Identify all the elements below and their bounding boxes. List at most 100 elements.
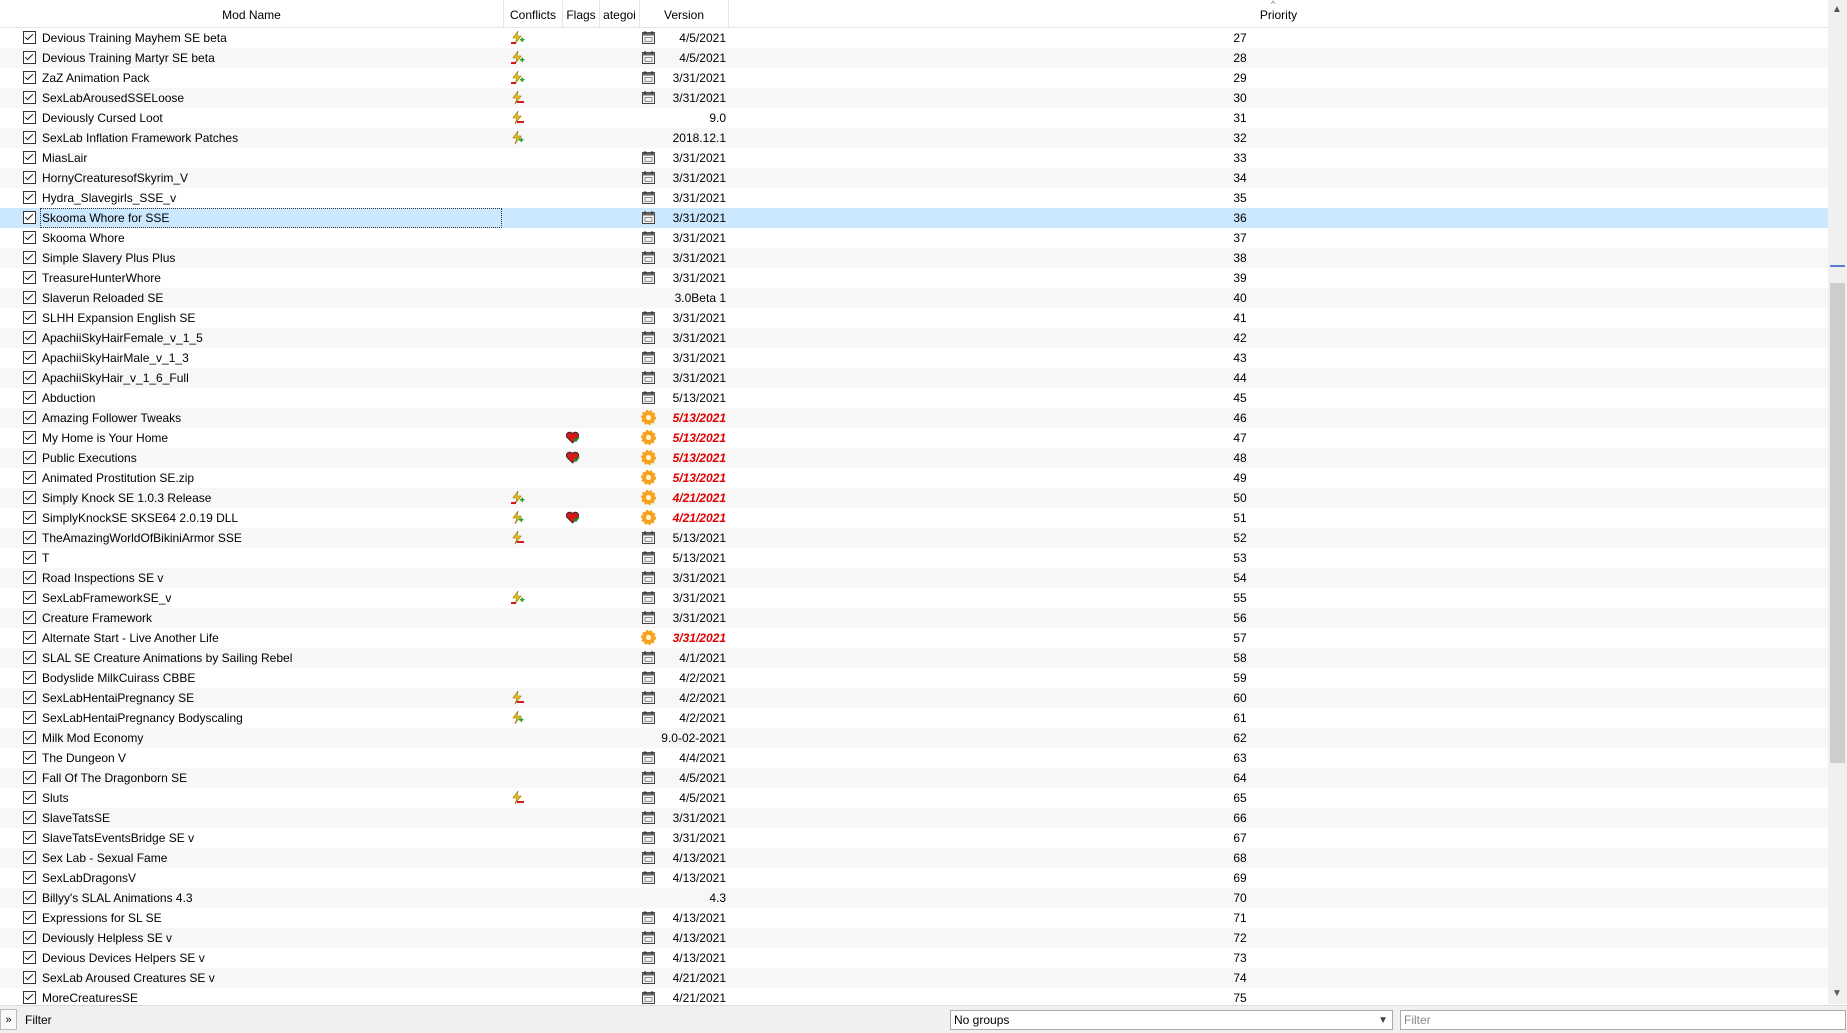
scroll-up-icon[interactable]: ▲ [1832, 4, 1842, 15]
mod-name-cell[interactable]: Fall Of The Dragonborn SE [40, 768, 502, 788]
mod-name-cell[interactable]: Simple Slavery Plus Plus [40, 248, 502, 268]
mod-row[interactable]: SexLab Inflation Framework Patches 2018.1… [0, 128, 1828, 148]
mod-enabled-checkbox[interactable] [23, 151, 36, 164]
mod-row[interactable]: Sluts 4/5/2021 65 [0, 788, 1828, 808]
mod-name-cell[interactable]: My Home is Your Home [40, 428, 502, 448]
mod-name-cell[interactable]: ApachiiSkyHairFemale_v_1_5 [40, 328, 502, 348]
mod-row[interactable]: Simply Knock SE 1.0.3 Release 4/21/2021 50 [0, 488, 1828, 508]
mod-row[interactable]: SLHH Expansion English SE 3/31/2021 41 [0, 308, 1828, 328]
mod-name-cell[interactable]: SlaveTatsSE [40, 808, 502, 828]
mod-row[interactable]: Expressions for SL SE 4/13/2021 71 [0, 908, 1828, 928]
mod-name-cell[interactable]: HornyCreaturesofSkyrim_V [40, 168, 502, 188]
mod-row[interactable]: Alternate Start - Live Another Life 3/31/… [0, 628, 1828, 648]
mod-enabled-checkbox[interactable] [23, 611, 36, 624]
mod-name-cell[interactable]: T [40, 548, 502, 568]
mod-row[interactable]: SexLabFrameworkSE_v 3/31/2021 55 [0, 588, 1828, 608]
mod-enabled-checkbox[interactable] [23, 551, 36, 564]
mod-enabled-checkbox[interactable] [23, 191, 36, 204]
mod-enabled-checkbox[interactable] [23, 691, 36, 704]
mod-name-cell[interactable]: ApachiiSkyHair_v_1_6_Full [40, 368, 502, 388]
mod-name-cell[interactable]: SlaveTatsEventsBridge SE v [40, 828, 502, 848]
mod-row[interactable]: Bodyslide MilkCuirass CBBE 4/2/2021 59 [0, 668, 1828, 688]
mod-name-cell[interactable]: SexLabDragonsV [40, 868, 502, 888]
mod-enabled-checkbox[interactable] [23, 991, 36, 1004]
mod-name-cell[interactable]: Hydra_Slavegirls_SSE_v [40, 188, 502, 208]
mod-name-cell[interactable]: Amazing Follower Tweaks [40, 408, 502, 428]
mod-enabled-checkbox[interactable] [23, 571, 36, 584]
mod-enabled-checkbox[interactable] [23, 431, 36, 444]
mod-name-cell[interactable]: SLAL SE Creature Animations by Sailing R… [40, 648, 502, 668]
mod-enabled-checkbox[interactable] [23, 371, 36, 384]
mod-name-cell[interactable]: Deviously Helpless SE v [40, 928, 502, 948]
mod-name-cell[interactable]: Public Executions [40, 448, 502, 468]
column-priority[interactable]: Priority [729, 0, 1828, 27]
mod-row[interactable]: My Home is Your Home 5/13/2021 47 [0, 428, 1828, 448]
mod-name-cell[interactable]: SexLab Aroused Creatures SE v [40, 968, 502, 988]
scroll-down-icon[interactable]: ▼ [1832, 988, 1842, 999]
mod-row[interactable]: Devious Devices Helpers SE v 4/13/2021 73 [0, 948, 1828, 968]
groups-dropdown[interactable]: No groups ▼ [950, 1010, 1393, 1030]
mod-row[interactable]: Amazing Follower Tweaks 5/13/2021 46 [0, 408, 1828, 428]
mod-row[interactable]: Skooma Whore 3/31/2021 37 [0, 228, 1828, 248]
mod-name-cell[interactable]: Skooma Whore for SSE [40, 208, 502, 228]
mod-enabled-checkbox[interactable] [23, 971, 36, 984]
column-category[interactable]: ategoi [600, 0, 640, 27]
mod-row[interactable]: SexLabDragonsV 4/13/2021 69 [0, 868, 1828, 888]
mod-enabled-checkbox[interactable] [23, 811, 36, 824]
mod-name-cell[interactable]: MoreCreaturesSE [40, 988, 502, 1004]
mod-row[interactable]: Deviously Helpless SE v 4/13/2021 72 [0, 928, 1828, 948]
mod-row[interactable]: SLAL SE Creature Animations by Sailing R… [0, 648, 1828, 668]
mod-name-cell[interactable]: TreasureHunterWhore [40, 268, 502, 288]
mod-enabled-checkbox[interactable] [23, 471, 36, 484]
mod-enabled-checkbox[interactable] [23, 131, 36, 144]
mod-enabled-checkbox[interactable] [23, 731, 36, 744]
mod-name-cell[interactable]: SexLabHentaiPregnancy SE [40, 688, 502, 708]
mod-list[interactable]: Devious Training Mayhem SE beta 4/5/2021 2… [0, 28, 1828, 1004]
mod-enabled-checkbox[interactable] [23, 511, 36, 524]
mod-enabled-checkbox[interactable] [23, 331, 36, 344]
mod-name-cell[interactable]: Sex Lab - Sexual Fame [40, 848, 502, 868]
mod-name-cell[interactable]: Devious Devices Helpers SE v [40, 948, 502, 968]
mod-enabled-checkbox[interactable] [23, 531, 36, 544]
mod-row[interactable]: Public Executions 5/13/2021 48 [0, 448, 1828, 468]
filter-input[interactable] [1400, 1010, 1846, 1030]
scroll-thumb[interactable] [1830, 283, 1845, 763]
mod-name-cell[interactable]: TheAmazingWorldOfBikiniArmor SSE [40, 528, 502, 548]
mod-row[interactable]: SexLab Aroused Creatures SE v 4/21/2021 74 [0, 968, 1828, 988]
mod-row[interactable]: HornyCreaturesofSkyrim_V 3/31/2021 34 [0, 168, 1828, 188]
mod-row[interactable]: ZaZ Animation Pack 3/31/2021 29 [0, 68, 1828, 88]
vertical-scrollbar[interactable]: ▲ ▼ [1828, 0, 1847, 1004]
column-mod-name[interactable]: Mod Name [0, 0, 504, 27]
expand-button[interactable]: » [0, 1009, 17, 1030]
mod-row[interactable]: T 5/13/2021 53 [0, 548, 1828, 568]
mod-row[interactable]: Creature Framework 3/31/2021 56 [0, 608, 1828, 628]
mod-name-cell[interactable]: Expressions for SL SE [40, 908, 502, 928]
mod-row[interactable]: ApachiiSkyHairMale_v_1_3 3/31/2021 43 [0, 348, 1828, 368]
mod-enabled-checkbox[interactable] [23, 231, 36, 244]
mod-row[interactable]: Deviously Cursed Loot 9.0 31 [0, 108, 1828, 128]
mod-row[interactable]: SimplyKnockSE SKSE64 2.0.19 DLL 4/21/2021… [0, 508, 1828, 528]
mod-row[interactable]: SexLabHentaiPregnancy Bodyscaling 4/2/202… [0, 708, 1828, 728]
mod-enabled-checkbox[interactable] [23, 351, 36, 364]
mod-row[interactable]: TreasureHunterWhore 3/31/2021 39 [0, 268, 1828, 288]
mod-enabled-checkbox[interactable] [23, 631, 36, 644]
mod-enabled-checkbox[interactable] [23, 791, 36, 804]
mod-name-cell[interactable]: SexLabFrameworkSE_v [40, 588, 502, 608]
mod-row[interactable]: SlaveTatsEventsBridge SE v 3/31/2021 67 [0, 828, 1828, 848]
mod-enabled-checkbox[interactable] [23, 111, 36, 124]
mod-row[interactable]: Sex Lab - Sexual Fame 4/13/2021 68 [0, 848, 1828, 868]
mod-row[interactable]: SlaveTatsSE 3/31/2021 66 [0, 808, 1828, 828]
mod-enabled-checkbox[interactable] [23, 831, 36, 844]
mod-enabled-checkbox[interactable] [23, 311, 36, 324]
mod-enabled-checkbox[interactable] [23, 171, 36, 184]
mod-name-cell[interactable]: SexLab Inflation Framework Patches [40, 128, 502, 148]
mod-name-cell[interactable]: SexLabHentaiPregnancy Bodyscaling [40, 708, 502, 728]
mod-enabled-checkbox[interactable] [23, 711, 36, 724]
mod-enabled-checkbox[interactable] [23, 871, 36, 884]
mod-enabled-checkbox[interactable] [23, 71, 36, 84]
mod-enabled-checkbox[interactable] [23, 751, 36, 764]
mod-enabled-checkbox[interactable] [23, 291, 36, 304]
mod-row[interactable]: SexLabArousedSSELoose 3/31/2021 30 [0, 88, 1828, 108]
mod-name-cell[interactable]: ZaZ Animation Pack [40, 68, 502, 88]
mod-enabled-checkbox[interactable] [23, 411, 36, 424]
